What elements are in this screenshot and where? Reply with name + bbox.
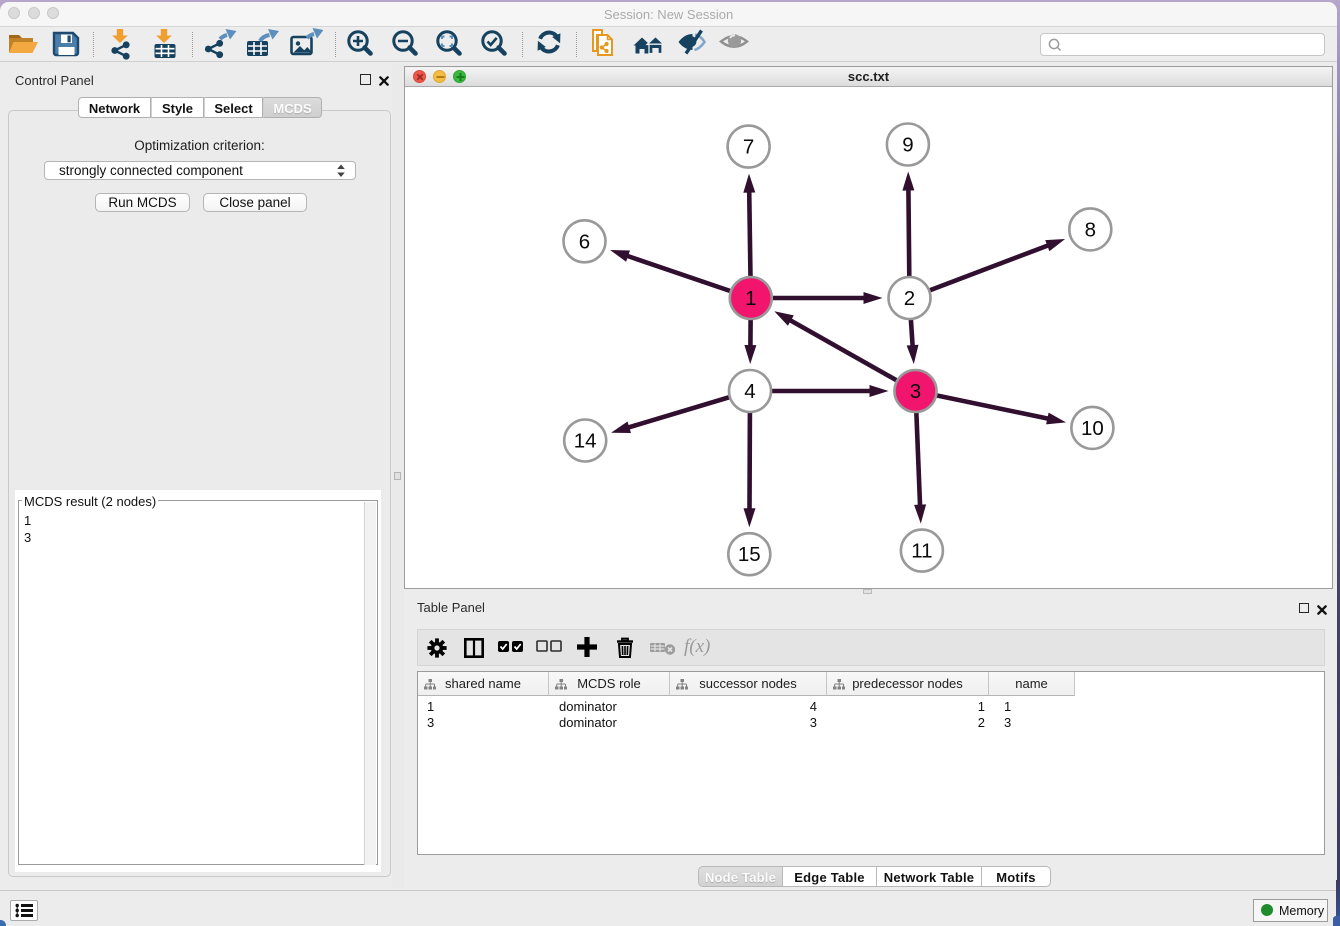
svg-text:6: 6 <box>579 230 590 253</box>
svg-text:14: 14 <box>574 430 597 453</box>
svg-text:8: 8 <box>1085 218 1096 241</box>
svg-text:10: 10 <box>1081 417 1104 440</box>
svg-text:9: 9 <box>902 134 913 157</box>
svg-text:7: 7 <box>743 136 754 159</box>
svg-text:4: 4 <box>744 380 755 403</box>
svg-text:2: 2 <box>904 287 915 310</box>
svg-text:15: 15 <box>738 543 761 566</box>
svg-text:3: 3 <box>910 380 921 403</box>
svg-text:1: 1 <box>745 287 756 310</box>
svg-text:11: 11 <box>911 540 932 563</box>
